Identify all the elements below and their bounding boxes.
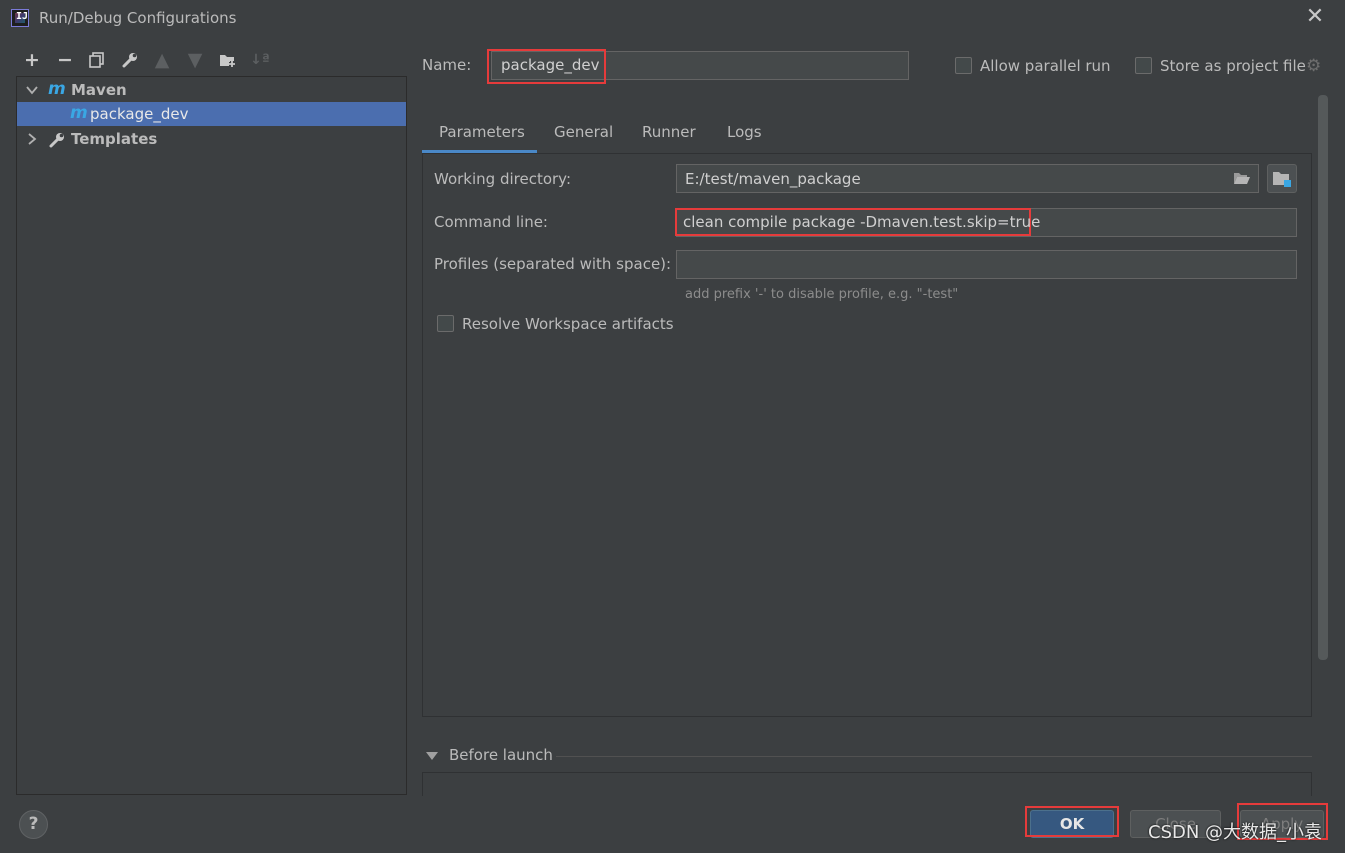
before-launch-panel: [422, 772, 1312, 796]
store-as-project-file-label: Store as project file: [1160, 57, 1306, 75]
command-line-label: Command line:: [434, 213, 548, 231]
tree-item-label: package_dev: [90, 105, 189, 123]
csdn-watermark: CSDN @大数据_小袁: [1148, 822, 1323, 843]
tree-item-label: Templates: [71, 130, 158, 148]
window-title: Run/Debug Configurations: [39, 9, 237, 27]
before-launch-divider: [556, 756, 1312, 757]
new-folder-icon[interactable]: [215, 48, 241, 72]
intellij-app-icon: IJ: [11, 9, 29, 27]
chevron-right-icon[interactable]: [25, 132, 39, 146]
allow-parallel-run-label: Allow parallel run: [980, 57, 1111, 75]
remove-icon[interactable]: −: [52, 48, 78, 72]
scrollbar[interactable]: [1318, 95, 1328, 660]
tabs-strip: Parameters General Runner Logs: [422, 114, 1312, 153]
tab-logs[interactable]: Logs: [727, 123, 762, 141]
close-icon[interactable]: ✕: [1303, 6, 1327, 30]
tree-item-maven[interactable]: m Maven: [17, 78, 406, 102]
name-label: Name:: [422, 56, 472, 74]
parameters-panel: [422, 153, 1312, 717]
working-directory-value: E:/test/maven_package: [685, 170, 861, 188]
tree-item-label: Maven: [71, 81, 127, 99]
wrench-icon: [49, 133, 64, 148]
help-icon[interactable]: ?: [19, 810, 48, 839]
maven-icon: m: [48, 79, 66, 99]
tab-general[interactable]: General: [554, 123, 613, 141]
move-up-icon[interactable]: ▲: [149, 48, 175, 72]
profiles-input[interactable]: [676, 250, 1297, 279]
tree-item-templates[interactable]: Templates: [17, 127, 406, 151]
store-as-project-file-checkbox[interactable]: [1135, 57, 1152, 74]
collapse-triangle-icon[interactable]: [426, 752, 438, 760]
profiles-hint: add prefix '-' to disable profile, e.g. …: [685, 287, 959, 302]
browse-folder-button[interactable]: [1267, 164, 1297, 193]
wrench-icon[interactable]: [117, 48, 143, 72]
sort-icon[interactable]: ↓ª: [247, 48, 273, 72]
working-directory-input[interactable]: E:/test/maven_package: [676, 164, 1259, 193]
copy-icon[interactable]: [84, 48, 110, 72]
before-launch-label[interactable]: Before launch: [449, 746, 553, 764]
name-value: package_dev: [501, 56, 600, 74]
gear-icon[interactable]: ⚙: [1306, 56, 1321, 76]
resolve-workspace-checkbox[interactable]: [437, 315, 454, 332]
open-folder-icon[interactable]: [1233, 171, 1251, 186]
tree-item-package-dev[interactable]: m package_dev: [17, 102, 406, 126]
tab-runner[interactable]: Runner: [642, 123, 696, 141]
add-icon[interactable]: +: [19, 48, 45, 72]
folder-icon: [1273, 172, 1291, 187]
working-directory-label: Working directory:: [434, 170, 572, 188]
maven-icon: m: [70, 103, 88, 123]
profiles-label: Profiles (separated with space):: [434, 255, 672, 273]
command-line-value: clean compile package -Dmaven.test.skip=…: [683, 213, 1041, 231]
ok-highlight-box: [1025, 806, 1119, 837]
resolve-workspace-label: Resolve Workspace artifacts: [462, 315, 674, 333]
chevron-down-icon[interactable]: [25, 83, 39, 97]
allow-parallel-run-checkbox[interactable]: [955, 57, 972, 74]
move-down-icon[interactable]: ▼: [182, 48, 208, 72]
configurations-tree: m Maven m package_dev Templates: [16, 76, 407, 795]
tab-parameters[interactable]: Parameters: [439, 123, 525, 141]
